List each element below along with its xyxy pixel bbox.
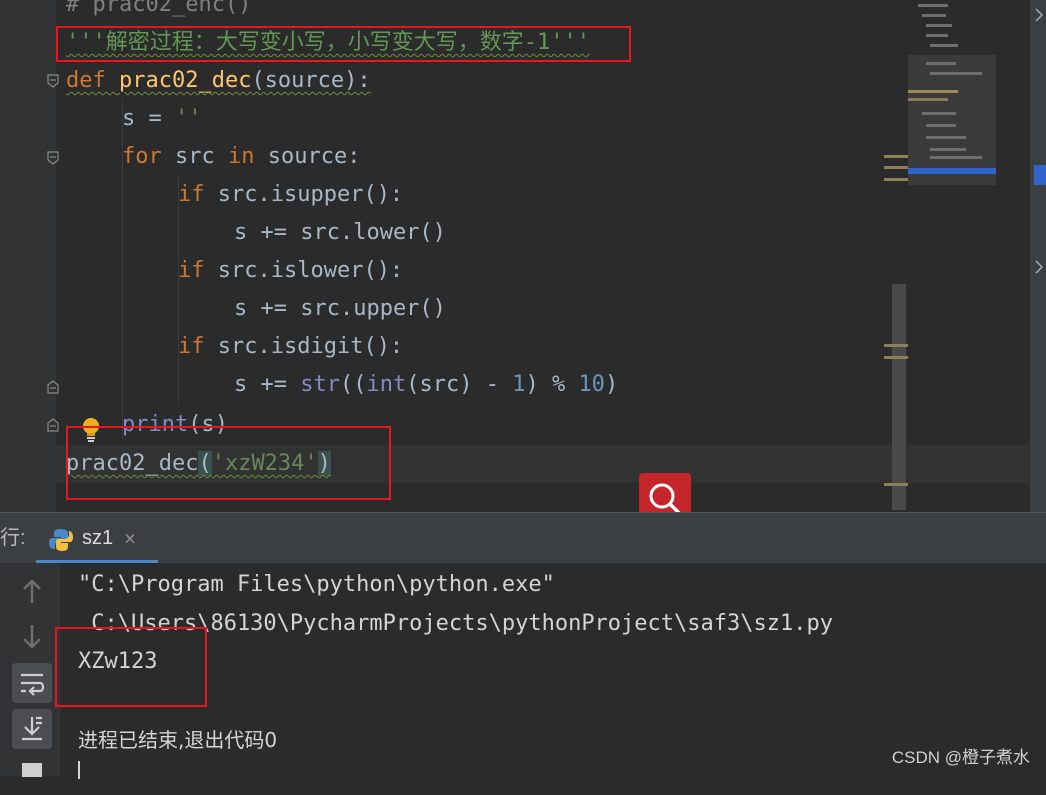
right-tool-strip [1030, 0, 1046, 512]
soft-wrap-button[interactable] [12, 663, 52, 703]
code-text: (source): [251, 68, 371, 93]
print-icon[interactable] [12, 755, 52, 795]
code-text: src.islower(): [217, 258, 404, 283]
scroll-marker [884, 166, 908, 169]
vertical-scrollbar[interactable] [892, 284, 906, 510]
code-text: ) % [525, 372, 579, 397]
code-line-def: def prac02_dec(source): [66, 62, 371, 100]
close-icon[interactable]: × [124, 513, 136, 563]
scroll-marker [884, 356, 908, 359]
run-tool-window-bar: 行: sz1 × [0, 512, 1046, 563]
scroll-to-end-icon [22, 716, 42, 741]
code-text: s = [122, 106, 175, 131]
function-name: prac02_dec [118, 68, 252, 93]
code-editor[interactable]: # prac02_enc() '''解密过程：大写变小写，小写变大写，数字-1'… [0, 0, 1046, 512]
code-text: src [174, 144, 228, 169]
builtin: int [366, 372, 407, 397]
code-line: if src.isupper(): [178, 176, 403, 214]
run-label: 行: [0, 527, 26, 549]
console-line-exit: 进程已结束,退出代码0 [78, 728, 278, 752]
keyword: if [178, 258, 218, 283]
highlight-box-docstring [56, 26, 631, 62]
code-line: s += str((int(src) - 1) % 10) [234, 366, 618, 404]
code-text: source: [267, 144, 361, 169]
scroll-marker [884, 483, 908, 486]
highlight-box-output [55, 627, 207, 707]
console-cursor [78, 761, 80, 779]
keyword: if [178, 182, 218, 207]
scroll-marker [884, 178, 908, 181]
arrow-down-icon[interactable] [12, 617, 52, 657]
code-line: s += src.lower() [234, 220, 446, 245]
keyword: def [66, 68, 119, 93]
code-text: src.isdigit(): [217, 334, 404, 359]
highlight-box-call [66, 426, 391, 500]
python-file-icon [49, 529, 73, 551]
console-toolbar [0, 563, 60, 777]
soft-wrap-icon [21, 673, 45, 696]
code-text: (src) - [406, 372, 513, 397]
run-console[interactable]: "C:\Program Files\python\python.exe" C:\… [0, 563, 1046, 779]
code-line: s = '' [122, 100, 201, 138]
number-literal: 1 [512, 372, 526, 397]
console-line-interpreter: "C:\Program Files\python\python.exe" [78, 572, 555, 597]
code-text: s += [234, 372, 301, 397]
arrow-up-icon[interactable] [12, 571, 52, 611]
watermark: CSDN @橙子煮水 [891, 748, 1030, 767]
keyword: for [122, 144, 175, 169]
code-text: (( [339, 372, 367, 397]
chevron-right-icon[interactable] [1034, 260, 1044, 274]
string-literal: '' [174, 106, 202, 131]
code-line: # prac02_enc() [66, 0, 252, 17]
code-line: s += src.upper() [234, 296, 446, 321]
builtin: str [300, 372, 340, 397]
keyword: if [178, 334, 218, 359]
run-tab-sz1[interactable]: sz1 [82, 513, 113, 563]
code-text: src.isupper(): [217, 182, 404, 207]
keyword: in [227, 144, 268, 169]
minimap[interactable] [908, 0, 996, 200]
scroll-marker [884, 344, 908, 347]
code-text: ) [604, 372, 619, 397]
strip-marker [1034, 165, 1046, 185]
scroll-to-end-button[interactable] [12, 709, 52, 749]
code-line: if src.islower(): [178, 252, 403, 290]
number-literal: 10 [578, 372, 605, 397]
chevron-right-icon[interactable] [1034, 8, 1044, 22]
code-line: for src in source: [122, 138, 360, 176]
code-line: if src.isdigit(): [178, 328, 403, 366]
scroll-marker [884, 155, 908, 158]
